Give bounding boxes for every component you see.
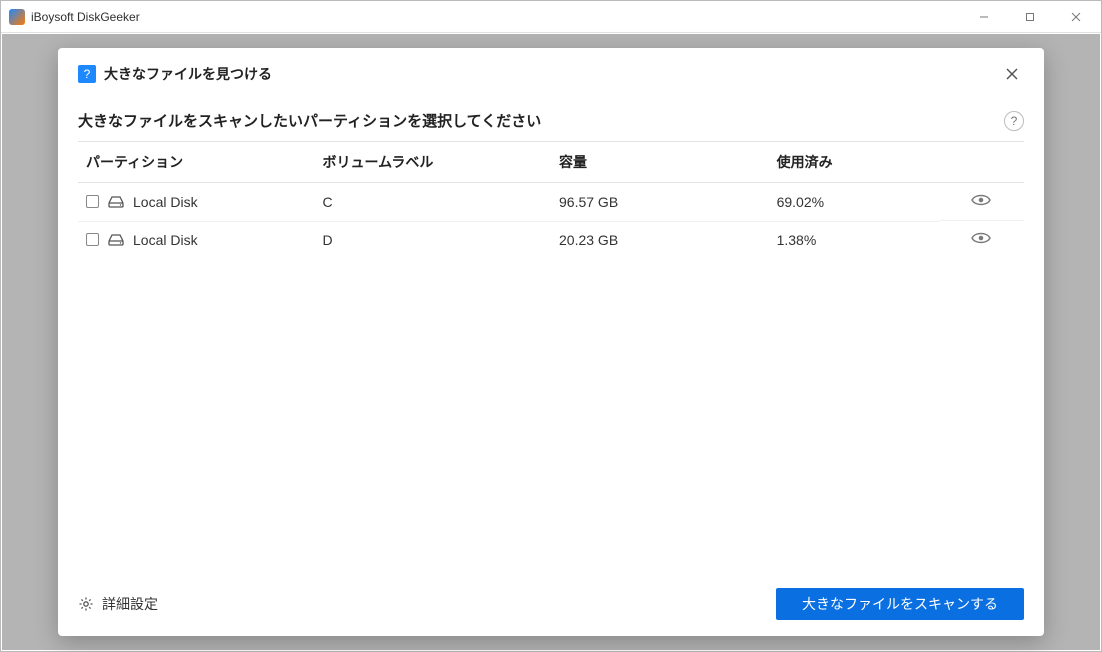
partition-name: Local Disk: [133, 194, 198, 210]
table-row: Local Disk D 20.23 GB 1.38%: [78, 221, 1024, 258]
window-title: iBoysoft DiskGeeker: [31, 10, 140, 24]
dialog-body: 大きなファイルをスキャンしたいパーティションを選択してください ? パーティショ…: [58, 94, 1044, 576]
row-checkbox[interactable]: [86, 195, 99, 208]
minimize-button[interactable]: [961, 2, 1007, 32]
partition-table: パーティション ボリュームラベル 容量 使用済み: [78, 141, 1024, 258]
window-controls: [961, 2, 1099, 32]
scan-button[interactable]: 大きなファイルをスキャンする: [776, 588, 1024, 620]
app-window: iBoysoft DiskGeeker ? 大きなファイルを見つける: [0, 0, 1102, 652]
advanced-settings-label: 詳細設定: [102, 594, 158, 614]
dialog-footer: 詳細設定 大きなファイルをスキャンする: [58, 576, 1044, 636]
find-large-files-dialog: ? 大きなファイルを見つける 大きなファイルをスキャンしたいパーティションを選択…: [58, 48, 1044, 636]
table-row: Local Disk C 96.57 GB 69.02%: [78, 183, 1024, 222]
col-action: [939, 142, 1024, 183]
preview-icon[interactable]: [971, 193, 991, 210]
client-area: ? 大きなファイルを見つける 大きなファイルをスキャンしたいパーティションを選択…: [2, 34, 1100, 650]
volume-label: C: [315, 183, 552, 222]
app-icon: [9, 9, 25, 25]
capacity-value: 20.23 GB: [551, 221, 769, 258]
advanced-settings-link[interactable]: 詳細設定: [78, 594, 158, 614]
help-button[interactable]: ?: [1004, 111, 1024, 131]
dialog-header: ? 大きなファイルを見つける: [58, 48, 1044, 94]
question-file-icon: ?: [78, 65, 96, 83]
disk-icon: [107, 195, 125, 209]
used-value: 1.38%: [769, 221, 939, 258]
row-checkbox[interactable]: [86, 233, 99, 246]
gear-icon: [78, 596, 94, 612]
used-value: 69.02%: [769, 183, 939, 222]
col-used: 使用済み: [769, 142, 939, 183]
titlebar: iBoysoft DiskGeeker: [1, 1, 1101, 33]
volume-label: D: [315, 221, 552, 258]
instruction-row: 大きなファイルをスキャンしたいパーティションを選択してください ?: [78, 98, 1024, 141]
partition-name: Local Disk: [133, 232, 198, 248]
maximize-button[interactable]: [1007, 2, 1053, 32]
col-capacity: 容量: [551, 142, 769, 183]
close-dialog-button[interactable]: [1000, 62, 1024, 86]
col-label: ボリュームラベル: [315, 142, 552, 183]
dialog-title: 大きなファイルを見つける: [104, 64, 272, 84]
preview-icon[interactable]: [971, 231, 991, 248]
instruction-text: 大きなファイルをスキャンしたいパーティションを選択してください: [78, 110, 541, 131]
col-partition: パーティション: [78, 142, 315, 183]
disk-icon: [107, 233, 125, 247]
capacity-value: 96.57 GB: [551, 183, 769, 222]
close-window-button[interactable]: [1053, 2, 1099, 32]
